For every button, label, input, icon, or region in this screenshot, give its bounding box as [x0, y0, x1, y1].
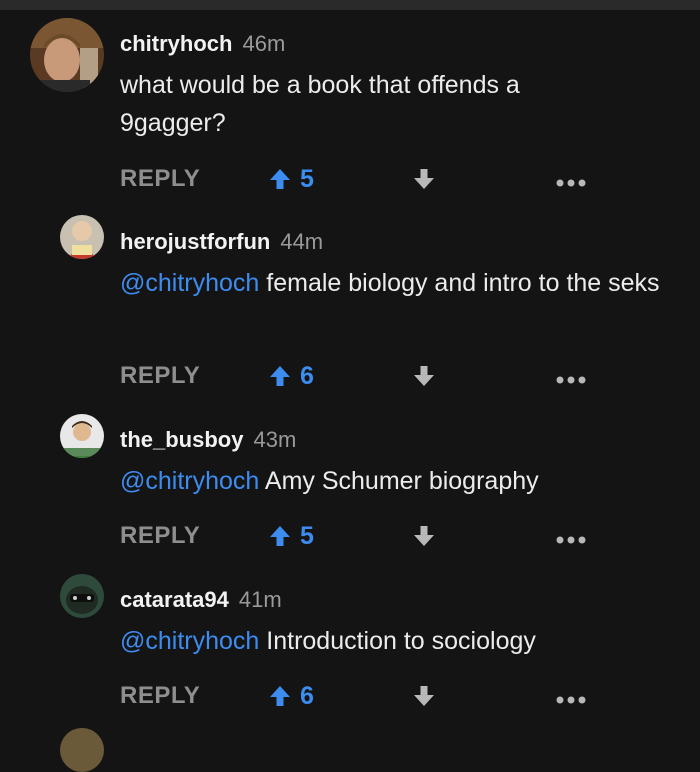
- arrow-down-icon: [414, 169, 434, 189]
- avatar[interactable]: [60, 414, 104, 458]
- upvote-button[interactable]: 6: [268, 358, 314, 394]
- timestamp: 46m: [242, 31, 286, 56]
- comment-actions: REPLY 6: [120, 358, 590, 394]
- arrow-up-icon: [270, 366, 290, 386]
- more-dots-icon: [556, 179, 586, 187]
- comment-body: Introduction to sociology: [259, 627, 536, 655]
- upvote-count: 5: [300, 164, 314, 193]
- comment-text: @chitryhoch Amy Schumer biography: [120, 462, 680, 500]
- timestamp: 44m: [280, 229, 324, 254]
- more-options-button[interactable]: [556, 371, 586, 389]
- downvote-button[interactable]: [412, 524, 436, 553]
- timestamp: 41m: [238, 587, 282, 612]
- downvote-button[interactable]: [412, 364, 436, 393]
- comment-meta: herojustforfun 44m: [120, 229, 323, 255]
- upvote-button[interactable]: 6: [268, 678, 314, 714]
- arrow-down-icon: [414, 366, 434, 386]
- upvote-count: 5: [300, 521, 314, 550]
- upvote-count: 6: [300, 361, 314, 390]
- avatar[interactable]: [30, 18, 104, 92]
- comment-text: @chitryhoch female biology and intro to …: [120, 264, 665, 302]
- upvote-button[interactable]: 5: [268, 161, 314, 197]
- upvote-count: 6: [300, 681, 314, 710]
- arrow-down-icon: [414, 686, 434, 706]
- mention-link[interactable]: @chitryhoch: [120, 627, 259, 655]
- comment-text: what would be a book that offends a 9gag…: [120, 66, 580, 142]
- arrow-up-icon: [270, 686, 290, 706]
- downvote-button[interactable]: [412, 684, 436, 713]
- downvote-button[interactable]: [412, 167, 436, 196]
- comment-meta: chitryhoch 46m: [120, 31, 285, 57]
- comment-actions: REPLY 5: [120, 161, 590, 197]
- comment-text: @chitryhoch Introduction to sociology: [120, 622, 680, 660]
- avatar[interactable]: [60, 728, 104, 772]
- username[interactable]: herojustforfun: [120, 229, 270, 254]
- username[interactable]: chitryhoch: [120, 31, 232, 56]
- timestamp: 43m: [253, 427, 297, 452]
- comment-body: Amy Schumer biography: [259, 467, 539, 495]
- more-options-button[interactable]: [556, 531, 586, 549]
- reply-button[interactable]: REPLY: [120, 678, 200, 714]
- avatar[interactable]: [60, 574, 104, 618]
- mention-link[interactable]: @chitryhoch: [120, 269, 259, 297]
- top-bar: [0, 0, 700, 10]
- comment-actions: REPLY 6: [120, 678, 590, 714]
- comment-body: female biology and intro to the seks: [259, 269, 660, 297]
- more-dots-icon: [556, 696, 586, 704]
- more-dots-icon: [556, 376, 586, 384]
- comment-meta: the_busboy 43m: [120, 427, 296, 453]
- avatar[interactable]: [60, 215, 104, 259]
- comment-actions: REPLY 5: [120, 518, 590, 554]
- arrow-up-icon: [270, 169, 290, 189]
- upvote-button[interactable]: 5: [268, 518, 314, 554]
- more-options-button[interactable]: [556, 174, 586, 192]
- arrow-up-icon: [270, 526, 290, 546]
- comment-meta: catarata94 41m: [120, 587, 282, 613]
- mention-link[interactable]: @chitryhoch: [120, 467, 259, 495]
- reply-button[interactable]: REPLY: [120, 358, 200, 394]
- arrow-down-icon: [414, 526, 434, 546]
- reply-button[interactable]: REPLY: [120, 518, 200, 554]
- comment-body: what would be a book that offends a 9gag…: [120, 71, 520, 137]
- username[interactable]: the_busboy: [120, 427, 243, 452]
- more-options-button[interactable]: [556, 691, 586, 709]
- reply-button[interactable]: REPLY: [120, 161, 200, 197]
- username[interactable]: catarata94: [120, 587, 229, 612]
- more-dots-icon: [556, 536, 586, 544]
